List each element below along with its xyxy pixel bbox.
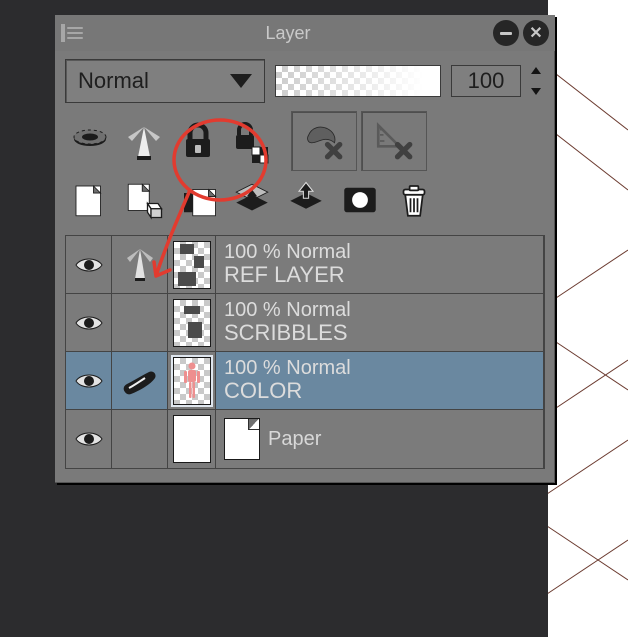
layer-row-ref[interactable]: 100 % Normal REF LAYER [66, 236, 543, 294]
reference-layer-button[interactable] [119, 116, 169, 166]
new-layer-button[interactable] [65, 175, 115, 225]
layer-name: COLOR [224, 379, 535, 402]
layer-info[interactable]: 100 % Normal COLOR [216, 352, 543, 409]
blend-mode-select[interactable]: Normal [65, 59, 265, 103]
ruler-button[interactable] [361, 111, 427, 171]
layer-thumbnail[interactable] [168, 410, 216, 468]
merge-down-button[interactable] [281, 175, 331, 225]
layer-thumbnail[interactable] [168, 294, 216, 351]
layer-info[interactable]: 100 % Normal REF LAYER [216, 236, 543, 293]
close-button[interactable]: ✕ [523, 20, 549, 46]
delete-layer-button[interactable] [389, 175, 439, 225]
panel-titlebar[interactable]: Layer ✕ [55, 15, 555, 51]
step-down-icon [531, 88, 541, 95]
layer-info[interactable]: 100 % Normal SCRIBBLES [216, 294, 543, 351]
lock-transparency-button[interactable] [227, 116, 277, 166]
layer-row-color[interactable]: 100 % Normal COLOR [66, 352, 543, 410]
layer-meta: 100 % Normal [224, 300, 535, 321]
blend-mode-label: Normal [78, 68, 149, 94]
layer-flag-empty[interactable] [112, 410, 168, 468]
layer-row-scribbles[interactable]: 100 % Normal SCRIBBLES [66, 294, 543, 352]
layer-thumbnail[interactable] [168, 236, 216, 293]
visibility-toggle[interactable] [66, 352, 112, 409]
opacity-value: 100 [468, 68, 505, 94]
layer-panel: Layer ✕ Normal 100 [55, 15, 555, 483]
layer-list: 100 % Normal REF LAYER 100 % Normal SCRI… [65, 235, 545, 469]
new-folder-button[interactable] [173, 175, 223, 225]
visibility-toggle[interactable] [66, 294, 112, 351]
chevron-down-icon [230, 74, 252, 88]
layer-row-paper[interactable]: Paper [66, 410, 543, 468]
layer-mask-button[interactable] [335, 175, 385, 225]
opacity-stepper[interactable] [531, 65, 545, 97]
layer-flag-empty[interactable] [112, 294, 168, 351]
minimize-button[interactable] [493, 20, 519, 46]
draft-flag[interactable] [112, 352, 168, 409]
canvas-area[interactable] [548, 0, 628, 637]
layer-meta: 100 % Normal [224, 242, 535, 263]
clipping-mask-button[interactable] [65, 116, 115, 166]
layer-info[interactable]: Paper [216, 410, 543, 468]
layer-name: REF LAYER [224, 263, 535, 286]
transfer-down-button[interactable] [227, 175, 277, 225]
visibility-toggle[interactable] [66, 236, 112, 293]
lock-button[interactable] [173, 116, 223, 166]
opacity-slider[interactable] [275, 65, 441, 97]
visibility-toggle[interactable] [66, 410, 112, 468]
enable-mask-button[interactable] [291, 111, 357, 171]
panel-title: Layer [83, 23, 493, 44]
opacity-value-box[interactable]: 100 [451, 65, 521, 97]
new-3d-layer-button[interactable] [119, 175, 169, 225]
step-up-icon [531, 67, 541, 74]
layer-name: Paper [268, 428, 321, 451]
paper-icon [224, 418, 260, 460]
panel-menu-icon[interactable] [61, 24, 83, 42]
layer-thumbnail[interactable] [168, 352, 216, 409]
reference-flag[interactable] [112, 236, 168, 293]
layer-name: SCRIBBLES [224, 321, 535, 344]
layer-meta: 100 % Normal [224, 358, 535, 379]
